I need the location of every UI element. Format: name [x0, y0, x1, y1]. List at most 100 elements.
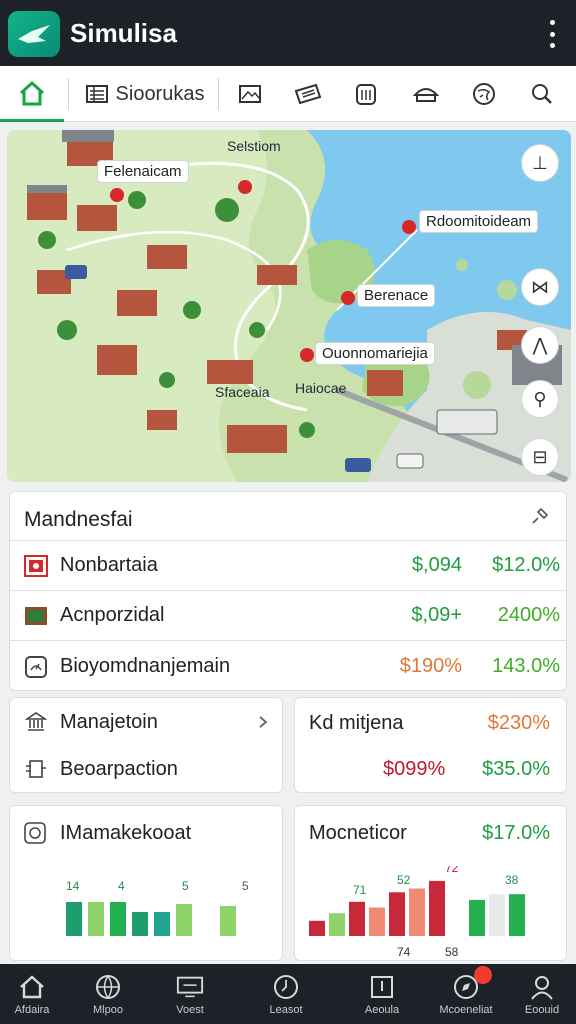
more-options-icon[interactable]	[546, 20, 558, 48]
accounts-row[interactable]: Beoarpaction	[10, 746, 282, 792]
map-label-nw[interactable]: Felenaicam	[97, 160, 189, 183]
chart-title: IMamakekooat	[60, 822, 192, 844]
search-icon	[532, 84, 552, 104]
chart-bar	[88, 902, 104, 936]
chart-bar	[198, 916, 214, 936]
row-value-2: $12.0%	[492, 554, 560, 576]
row-label: Acnporzidal	[60, 604, 165, 626]
nav-item[interactable]: Afdaira	[0, 964, 68, 1024]
nav-label: Mcoeneliat	[439, 1004, 493, 1016]
chart-bar	[132, 912, 148, 936]
chart-bar	[469, 899, 485, 936]
rates-card: Kd mitjena $230% $099% $35.0%	[294, 697, 567, 793]
nav-item[interactable]: Leasot	[250, 964, 322, 1024]
map-label-town-mid: Haiocae	[295, 380, 347, 396]
home-icon	[19, 80, 45, 105]
pin-icon[interactable]: ⚲	[521, 380, 559, 418]
chart-data-label: 52	[397, 873, 411, 887]
list-icon	[85, 85, 108, 103]
bank-icon	[24, 710, 48, 734]
compass-icon[interactable]: ⊥	[521, 144, 559, 182]
pin-edit-icon[interactable]	[530, 506, 550, 526]
chart-bar	[489, 894, 505, 936]
row-value-1: $,09+	[411, 604, 462, 626]
image-icon	[239, 85, 261, 103]
bookmark-icon[interactable]: ⊟	[521, 438, 559, 476]
nav-label: Voest	[176, 1004, 204, 1016]
flag-icon	[24, 554, 48, 578]
chart-bar	[369, 907, 385, 936]
summary-card: Mandnesfai Nonbartaia $,094 $12.0% Acnpo…	[9, 491, 567, 691]
clock-icon	[272, 974, 300, 1000]
chart-bar	[110, 902, 126, 936]
chart-title: Mocneticor	[309, 822, 407, 844]
nav-label: Eoouid	[524, 1004, 560, 1016]
row-value-2: 2400%	[497, 604, 560, 626]
summary-row[interactable]: Nonbartaia $,094 $12.0%	[10, 540, 566, 590]
summary-row[interactable]: Acnporzidal $,09+ 2400%	[10, 590, 566, 640]
tab-image[interactable]	[226, 66, 274, 122]
tab-globe[interactable]	[460, 66, 508, 122]
chart-card-left: IMamakekooat 14 4 5 5	[9, 805, 283, 961]
rates-label: Kd mitjena	[309, 712, 404, 734]
gauge-icon	[24, 655, 48, 679]
chart-data-label: 5	[242, 879, 249, 893]
chart-bar	[220, 906, 236, 936]
map-view[interactable]: Selstiom Felenaicam Rdoomitoideam Berena…	[7, 130, 571, 482]
layers-icon[interactable]: ⋈	[521, 268, 559, 306]
tab-ticket[interactable]	[284, 66, 332, 122]
nav-item[interactable]: Voest	[154, 964, 226, 1024]
chart-data-label: 38	[505, 873, 519, 887]
map-label-south[interactable]: Ouonnomariejia	[315, 342, 435, 365]
chart-bar	[409, 888, 425, 936]
accounts-card: Manajetoin Beoarpaction	[9, 697, 283, 793]
chart-data-label: 4	[118, 879, 125, 893]
tab-sioorukas[interactable]: Sioorukas	[80, 66, 210, 122]
chart-icon	[24, 822, 46, 844]
tab-home[interactable]	[0, 66, 64, 122]
map-label-ne[interactable]: Rdoomitoideam	[419, 210, 539, 233]
box-icon	[368, 974, 396, 1000]
cart-icon	[413, 88, 439, 102]
chart-bar	[429, 880, 445, 936]
nav-item[interactable]: Eoouid	[506, 964, 576, 1024]
app-title: Simulisa	[70, 18, 177, 48]
summary-row[interactable]: Bioyomdnanjemain $190% 143.0%	[10, 640, 566, 692]
transfer-icon	[24, 757, 48, 781]
chart-data-label: 74	[397, 945, 411, 959]
row-label: Bioyomdnanjemain	[60, 655, 231, 677]
building-icon	[356, 84, 376, 105]
chart-bar	[309, 920, 325, 936]
rates-value: $230%	[487, 712, 550, 734]
map-label-town-left: Sfaceaia	[215, 384, 270, 400]
tab-bar: Sioorukas	[0, 66, 576, 122]
app-logo	[8, 11, 60, 57]
globe-icon	[473, 83, 495, 105]
chart-bar	[154, 912, 170, 936]
tab-cart[interactable]	[402, 66, 450, 122]
map-label-center[interactable]: Berenace	[357, 284, 436, 307]
row-label: Manajetoin	[60, 710, 158, 733]
tab-search[interactable]	[518, 66, 566, 122]
bar-chart-right: 71 52 72 38 74 58	[309, 866, 525, 959]
chart-card-right: Mocneticor $17.0% 71 52 72 38 74 58	[294, 805, 567, 961]
tab-building[interactable]	[342, 66, 390, 122]
monitor-icon	[176, 974, 204, 1000]
nav-label: Mlpoo	[93, 1004, 123, 1016]
accounts-row[interactable]: Manajetoin	[10, 698, 282, 746]
row-value-1: $190%	[399, 655, 462, 677]
chart-bar	[66, 902, 82, 936]
nav-item[interactable]: Mlpoo	[72, 964, 144, 1024]
chart-data-label: 71	[353, 883, 367, 897]
chart-top-value: $17.0%	[482, 822, 550, 844]
app-bar: Simulisa	[0, 0, 576, 66]
chart-bar	[176, 904, 192, 936]
chevron-right-icon	[259, 716, 268, 728]
chart-bar	[349, 901, 365, 936]
nav-item[interactable]: Aeoula	[346, 964, 418, 1024]
chart-data-label: 72	[445, 866, 459, 875]
rates-value-red: $099%	[383, 758, 446, 780]
row-value-2: 143.0%	[492, 655, 560, 677]
nav-label: Aeoula	[364, 1004, 400, 1016]
navigate-icon[interactable]: ⋀	[521, 326, 559, 364]
